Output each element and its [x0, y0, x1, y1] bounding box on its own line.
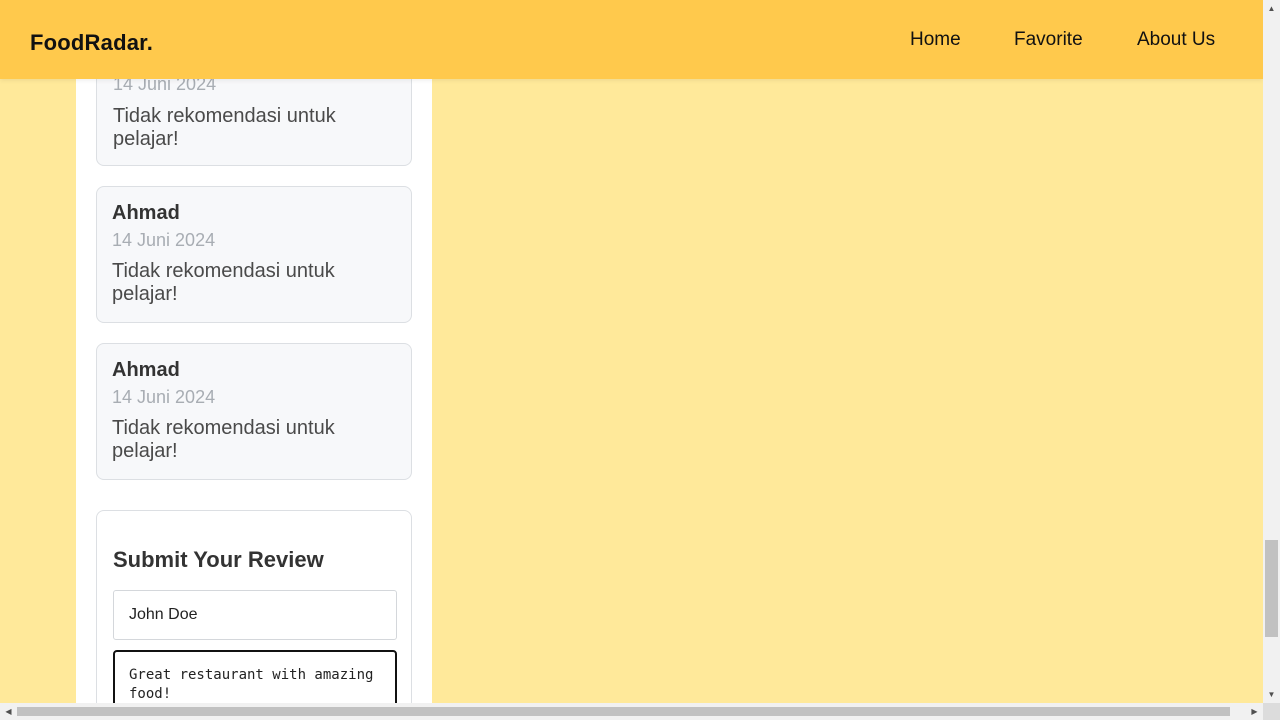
review-text: Tidak rekomendasi untuk pelajar!: [113, 105, 336, 150]
brand-logo[interactable]: FoodRadar.: [30, 30, 153, 56]
nav-about-us-link[interactable]: About Us: [1137, 29, 1215, 51]
nav-favorite-link[interactable]: Favorite: [1014, 29, 1083, 51]
submit-review-form: Submit Your Review Great restaurant with…: [96, 510, 412, 720]
form-title: Submit Your Review: [113, 547, 324, 572]
review-author: Ahmad: [112, 359, 180, 381]
review-card: Ahmad 14 Juni 2024 Tidak rekomendasi unt…: [96, 343, 412, 480]
vertical-scroll-thumb[interactable]: [1265, 540, 1278, 637]
scrollbar-corner: [1263, 703, 1280, 720]
horizontal-scrollbar[interactable]: ◀ ▶: [0, 703, 1263, 720]
review-text: Tidak rekomendasi untuk pelajar!: [112, 417, 335, 462]
review-date: 14 Juni 2024: [112, 230, 216, 250]
navbar: FoodRadar. Home Favorite About Us: [0, 0, 1263, 79]
scroll-up-arrow-icon[interactable]: ▲: [1263, 0, 1280, 17]
scroll-right-arrow-icon[interactable]: ▶: [1246, 703, 1263, 720]
reviewer-name-input[interactable]: [113, 590, 397, 640]
review-date: 14 Juni 2024: [112, 387, 216, 407]
scroll-down-arrow-icon[interactable]: ▼: [1263, 686, 1280, 703]
horizontal-scroll-thumb[interactable]: [17, 707, 1230, 716]
nav-home-link[interactable]: Home: [910, 29, 961, 51]
vertical-scrollbar[interactable]: ▲ ▼: [1263, 0, 1280, 703]
review-card: Ahmad 14 Juni 2024 Tidak rekomendasi unt…: [96, 186, 412, 323]
review-text: Tidak rekomendasi untuk pelajar!: [112, 260, 335, 305]
scroll-left-arrow-icon[interactable]: ◀: [0, 703, 17, 720]
review-author: Ahmad: [112, 202, 180, 224]
